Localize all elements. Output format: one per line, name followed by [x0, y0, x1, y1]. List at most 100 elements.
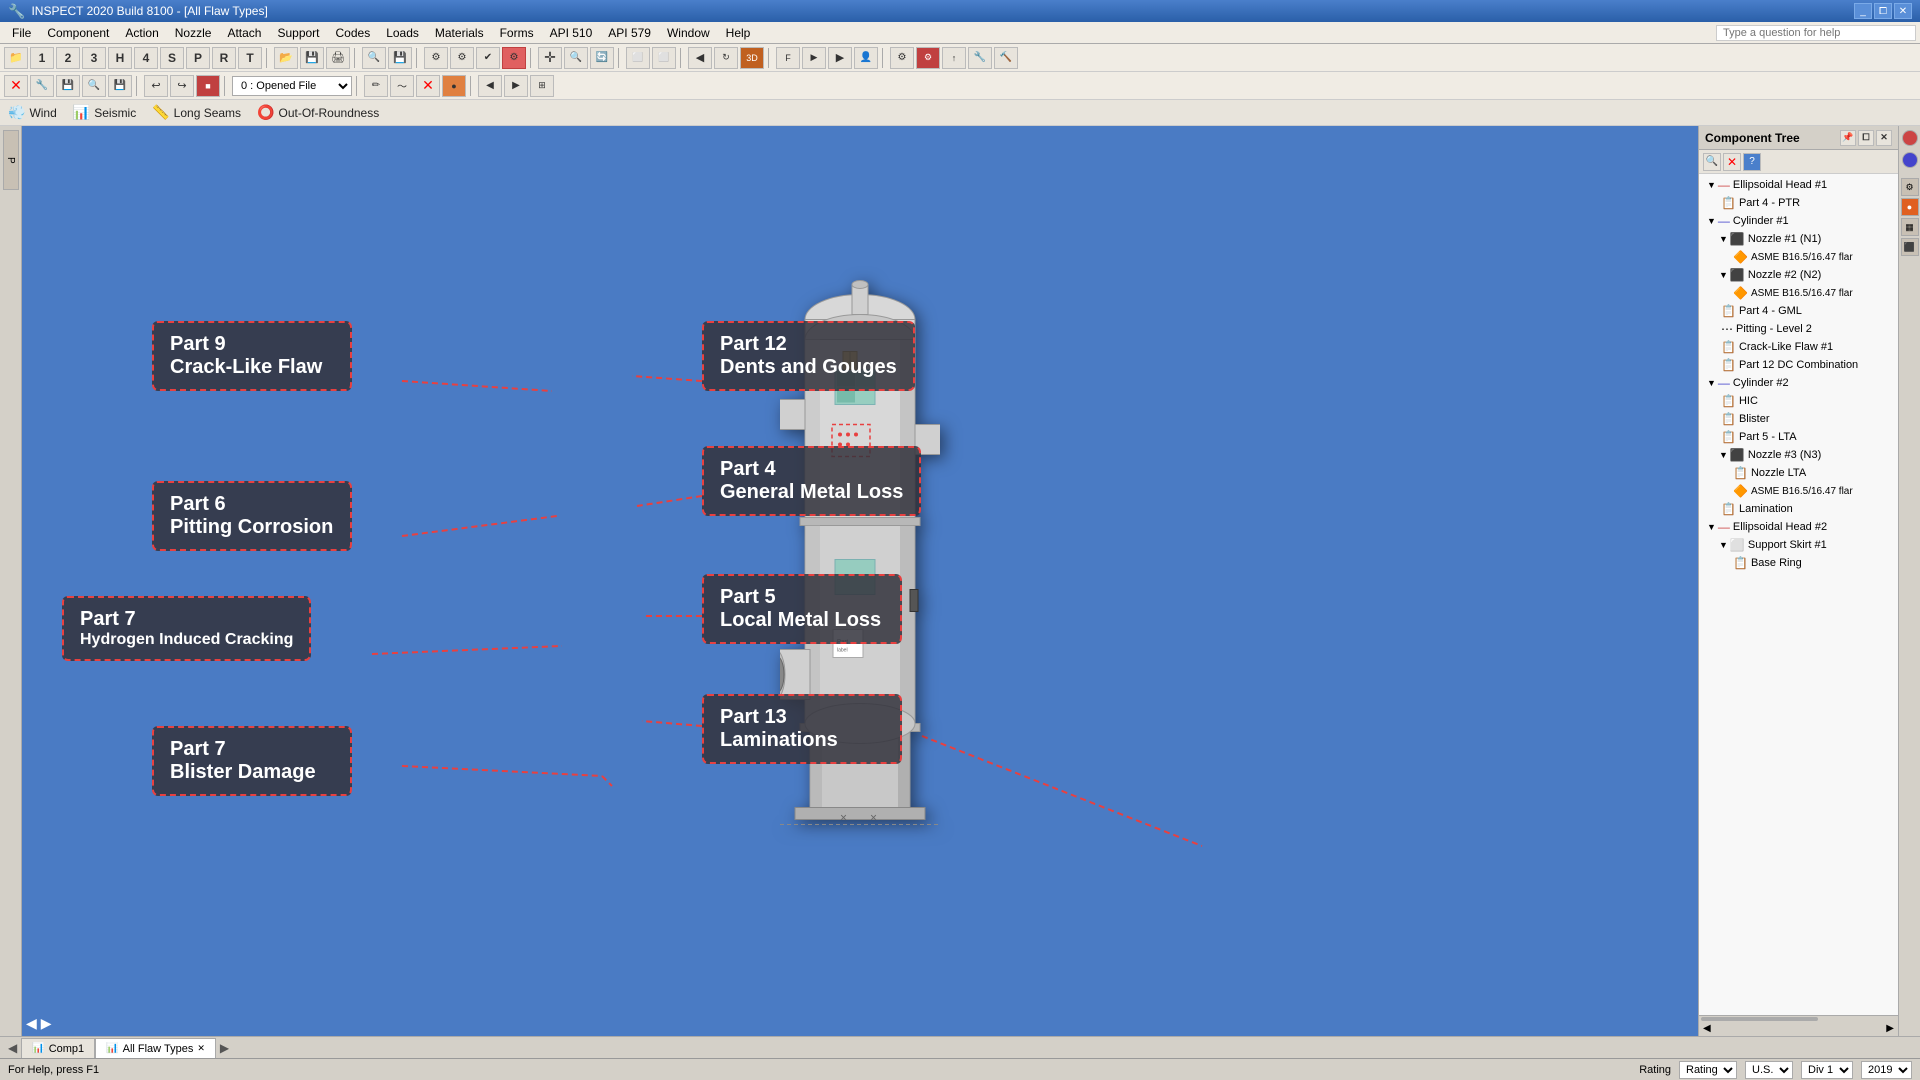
tb2-save2[interactable]: 💾 — [108, 75, 132, 97]
tree-item-asme-1[interactable]: 🔶 ASME B16.5/16.47 flar — [1699, 248, 1898, 266]
tree-arrow[interactable]: ▼ — [1719, 540, 1728, 550]
close-button[interactable]: ✕ — [1894, 3, 1912, 19]
scroll-left-tab[interactable]: ◀ — [4, 1041, 21, 1055]
units-combo[interactable]: U.S. — [1745, 1061, 1793, 1079]
tree-arrow[interactable]: ▼ — [1707, 378, 1716, 388]
tree-item-nozzle-2[interactable]: ▼ ⬛ Nozzle #2 (N2) — [1699, 266, 1898, 284]
flaw-box-part7-hic[interactable]: Part 7 Hydrogen Induced Cracking — [62, 596, 311, 661]
tree-search-btn[interactable]: 🔍 — [1703, 153, 1721, 171]
tree-item-cylinder-2[interactable]: ▼ — Cylinder #2 — [1699, 374, 1898, 392]
tree-item-support-skirt[interactable]: ▼ ⬜ Support Skirt #1 — [1699, 536, 1898, 554]
tb-calc[interactable]: ⚙ — [424, 47, 448, 69]
menu-forms[interactable]: Forms — [492, 24, 542, 42]
rt-circle-blue[interactable] — [1902, 152, 1918, 168]
tb-cyl[interactable]: 🔧 — [968, 47, 992, 69]
tb2-curve[interactable]: 〜 — [390, 75, 414, 97]
tb2-orange[interactable]: ● — [442, 75, 466, 97]
tree-edit-btn[interactable]: ✕ — [1723, 153, 1741, 171]
tb-r[interactable]: R — [212, 47, 236, 69]
project-icon[interactable]: P — [3, 130, 19, 190]
rt-tools-3[interactable]: ▦ — [1901, 218, 1919, 236]
tab-comp1[interactable]: 📊 Comp1 — [21, 1038, 95, 1058]
tree-nav-right[interactable]: ▶ — [1886, 1023, 1894, 1034]
menu-file[interactable]: File — [4, 24, 39, 42]
tree-item-nozzle-1[interactable]: ▼ ⬛ Nozzle #1 (N1) — [1699, 230, 1898, 248]
tree-item-blister[interactable]: 📋 Blister — [1699, 410, 1898, 428]
tree-item-part5-lta[interactable]: 📋 Part 5 - LTA — [1699, 428, 1898, 446]
tree-item-part12-dc[interactable]: 📋 Part 12 DC Combination — [1699, 356, 1898, 374]
tb2-save[interactable]: 💾 — [56, 75, 80, 97]
tree-nav-left[interactable]: ◀ — [1703, 1023, 1711, 1034]
tb-view2[interactable]: ⬜ — [652, 47, 676, 69]
tab-close-icon[interactable]: ✕ — [197, 1043, 205, 1054]
tree-arrow[interactable]: ▼ — [1707, 180, 1716, 190]
tb-1[interactable]: 1 — [30, 47, 54, 69]
tree-restore-btn[interactable]: ⧠ — [1858, 130, 1874, 146]
tb2-red-x[interactable]: ✕ — [416, 75, 440, 97]
menu-attach[interactable]: Attach — [219, 24, 269, 42]
rt-circle-red[interactable] — [1902, 130, 1918, 146]
flaw-box-part6[interactable]: Part 6 Pitting Corrosion — [152, 481, 352, 551]
tb-f1[interactable]: F — [776, 47, 800, 69]
tb-rotate2[interactable]: ↻ — [714, 47, 738, 69]
tb-open[interactable]: 📂 — [274, 47, 298, 69]
menu-component[interactable]: Component — [39, 24, 117, 42]
tree-arrow[interactable]: ▼ — [1719, 450, 1728, 460]
tb-find[interactable]: 🔍 — [362, 47, 386, 69]
tb2-grid[interactable]: ⊞ — [530, 75, 554, 97]
rt-tools-4[interactable]: ⬛ — [1901, 238, 1919, 256]
file-combo[interactable]: 0 : Opened File — [232, 76, 352, 96]
tree-item-nozzle-3[interactable]: ▼ ⬛ Nozzle #3 (N3) — [1699, 446, 1898, 464]
flaw-box-part5[interactable]: Part 5 Local Metal Loss — [702, 574, 902, 644]
tree-info-btn[interactable]: ? — [1743, 153, 1761, 171]
tb-rotate[interactable]: 🔄 — [590, 47, 614, 69]
tree-arrow[interactable]: ▼ — [1719, 270, 1728, 280]
scroll-right-icon[interactable]: ▶ — [41, 1015, 52, 1032]
menu-help[interactable]: Help — [718, 24, 759, 42]
tb-save2[interactable]: 💾 — [388, 47, 412, 69]
flaw-box-part4[interactable]: Part 4 General Metal Loss — [702, 446, 921, 516]
menu-nozzle[interactable]: Nozzle — [167, 24, 220, 42]
year-combo[interactable]: 2019 — [1861, 1061, 1912, 1079]
nav-out-of-roundness[interactable]: ⭕ Out-Of-Roundness — [257, 104, 379, 121]
tb-view1[interactable]: ⬜ — [626, 47, 650, 69]
tree-arrow[interactable]: ▼ — [1719, 234, 1728, 244]
tree-item-asme-3[interactable]: 🔶 ASME B16.5/16.47 flar — [1699, 482, 1898, 500]
tree-item-cylinder-1[interactable]: ▼ — Cylinder #1 — [1699, 212, 1898, 230]
scroll-left-icon[interactable]: ◀ — [26, 1015, 37, 1032]
nav-seismic[interactable]: 📊 Seismic — [73, 104, 136, 121]
tree-item-part4-ptr[interactable]: 📋 Part 4 - PTR — [1699, 194, 1898, 212]
tb2-redo[interactable]: ↪ — [170, 75, 194, 97]
tb-check[interactable]: ✔ — [476, 47, 500, 69]
rt-tools-1[interactable]: ⚙ — [1901, 178, 1919, 196]
tb2-find[interactable]: 🔍 — [82, 75, 106, 97]
tree-arrow[interactable]: ▼ — [1707, 522, 1716, 532]
tree-item-ellipsoidal-head-1[interactable]: ▼ — Ellipsoidal Head #1 — [1699, 176, 1898, 194]
flaw-box-part7-blister[interactable]: Part 7 Blister Damage — [152, 726, 352, 796]
tree-item-crack-like[interactable]: 📋 Crack-Like Flaw #1 — [1699, 338, 1898, 356]
tree-arrow[interactable]: ▼ — [1707, 216, 1716, 226]
tb2-arrow-r[interactable]: ▶ — [504, 75, 528, 97]
tb2-stop[interactable]: ■ — [196, 75, 220, 97]
rating-combo[interactable]: Rating — [1679, 1061, 1737, 1079]
tb-calc2[interactable]: ⚙ — [450, 47, 474, 69]
nav-long-seams[interactable]: 📏 Long Seams — [152, 104, 241, 121]
tree-item-nozzle-lta[interactable]: 📋 Nozzle LTA — [1699, 464, 1898, 482]
minimize-button[interactable]: _ — [1854, 3, 1872, 19]
restore-button[interactable]: ⧠ — [1874, 3, 1892, 19]
menu-materials[interactable]: Materials — [427, 24, 492, 42]
tb2-arrow-l[interactable]: ◀ — [478, 75, 502, 97]
tb2-undo[interactable]: ↩ — [144, 75, 168, 97]
menu-loads[interactable]: Loads — [378, 24, 427, 42]
tb-zoom[interactable]: 🔍 — [564, 47, 588, 69]
tree-item-lamination[interactable]: 📋 Lamination — [1699, 500, 1898, 518]
tree-item-base-ring[interactable]: 📋 Base Ring — [1699, 554, 1898, 572]
flaw-box-part13[interactable]: Part 13 Laminations — [702, 694, 902, 764]
tb-4[interactable]: 4 — [134, 47, 158, 69]
flaw-box-part9[interactable]: Part 9 Crack-Like Flaw — [152, 321, 352, 391]
tb-cog2[interactable]: ⚙ — [916, 47, 940, 69]
tb-wrench[interactable]: 🔨 — [994, 47, 1018, 69]
tb-print[interactable]: 🖨 — [326, 47, 350, 69]
tb-h[interactable]: H — [108, 47, 132, 69]
tb2-x[interactable]: ✕ — [4, 75, 28, 97]
